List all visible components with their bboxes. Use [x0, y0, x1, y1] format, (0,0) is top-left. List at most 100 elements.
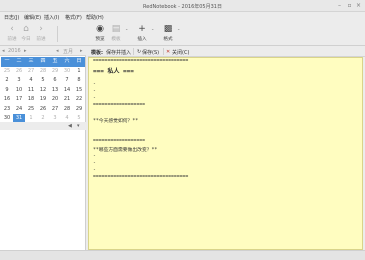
- editor-line: **哪些方面需要做出改变？**: [93, 148, 158, 153]
- calendar-day[interactable]: 13: [49, 86, 61, 96]
- calendar-day[interactable]: 28: [37, 67, 49, 77]
- minimize-icon[interactable]: –: [336, 2, 343, 9]
- calendar-footer: ◀ ▾: [0, 122, 86, 130]
- calendar-week-row: 25 26 27 28 29 30 1: [1, 67, 85, 77]
- calendar-day[interactable]: 3: [13, 76, 25, 86]
- calendar-day[interactable]: 28: [61, 105, 73, 115]
- calendar-day[interactable]: 18: [25, 95, 37, 105]
- calendar-day[interactable]: 9: [1, 86, 13, 96]
- save-button[interactable]: 保存(S): [142, 49, 159, 56]
- calendar-day[interactable]: 4: [25, 76, 37, 86]
- calendar-header: ◂ 2016 ▸ ◂ 五月 ▸: [0, 46, 86, 56]
- title-bar: RedNotebook - 2016年05月31日 – ▫ ×: [0, 0, 365, 12]
- calendar-day[interactable]: 8: [73, 76, 85, 86]
- calendar-day[interactable]: 7: [61, 76, 73, 86]
- format-button[interactable]: ▩ 格式 ⌄: [156, 24, 180, 44]
- header-separator: [163, 48, 164, 55]
- editor-line: =================================: [93, 59, 189, 64]
- calendar-day[interactable]: 27: [49, 105, 61, 115]
- calendar-day[interactable]: 25: [25, 105, 37, 115]
- editor-line: -: [93, 96, 96, 101]
- forward-button[interactable]: › 前进: [29, 24, 53, 44]
- calendar-day[interactable]: 15: [73, 86, 85, 96]
- calendar-grid: 一二三四五六日 25 26 27 28 29 30 1 2 3 4 5 6 7 8 9 10 11 12 13 14 15…: [1, 57, 85, 124]
- calendar-day[interactable]: 29: [49, 67, 61, 77]
- window-title: RedNotebook - 2016年05月31日: [143, 4, 222, 10]
- speaker-icon[interactable]: ◀: [68, 123, 72, 129]
- editor-line: ==================: [93, 103, 145, 108]
- template-label: 模板:: [91, 50, 103, 56]
- template-edit-bar: 模板: 保存并插入 ↻ 保存(S) ✕ 关闭(C): [88, 46, 365, 57]
- menu-format[interactable]: 格式(F): [65, 14, 82, 21]
- menu-bar: 日志(J) 编辑(E) 插入(I) 格式(F) 帮助(H): [0, 12, 365, 22]
- save-insert-button[interactable]: 保存并插入: [106, 49, 131, 56]
- calendar-weekday: 三: [28, 58, 34, 64]
- calendar-weekday: 六: [64, 58, 70, 64]
- chevron-down-icon: ⌄: [177, 26, 181, 31]
- calendar-day[interactable]: 12: [37, 86, 49, 96]
- calendar-month: 五月: [63, 49, 74, 55]
- calendar-day[interactable]: 11: [25, 86, 37, 96]
- status-bar: [0, 250, 365, 260]
- editor-line: === 私人 ===: [93, 68, 134, 75]
- calendar-day[interactable]: 2: [1, 76, 13, 86]
- calendar-weekday: 二: [16, 58, 22, 64]
- calendar-day[interactable]: 6: [49, 76, 61, 86]
- maximize-icon[interactable]: ▫: [346, 2, 353, 9]
- calendar-weekday: 五: [52, 58, 58, 64]
- chevron-down-icon: ⌄: [125, 26, 129, 31]
- next-year-icon[interactable]: ▸: [24, 48, 27, 54]
- calendar-week-row: 23 24 25 26 27 28 29: [1, 105, 85, 115]
- editor-line: -: [93, 168, 96, 173]
- insert-button[interactable]: + 插入 ⌄: [130, 24, 154, 44]
- menu-journal[interactable]: 日志(J): [4, 14, 19, 21]
- calendar-weekday: 四: [40, 58, 46, 64]
- next-month-icon[interactable]: ▸: [80, 48, 83, 54]
- editor-line: **今天感觉如何？**: [93, 119, 139, 124]
- calendar-day[interactable]: 5: [37, 76, 49, 86]
- menu-edit[interactable]: 编辑(E): [24, 14, 41, 21]
- close-icon[interactable]: ✕: [166, 49, 170, 55]
- close-button[interactable]: 关闭(C): [172, 49, 189, 56]
- calendar-day[interactable]: 29: [73, 105, 85, 115]
- calendar-day[interactable]: 17: [13, 95, 25, 105]
- editor-line: -: [93, 82, 96, 87]
- calendar-day[interactable]: 27: [25, 67, 37, 77]
- calendar-weekday: 一: [4, 58, 10, 64]
- calendar-day[interactable]: 10: [13, 86, 25, 96]
- header-separator: [133, 48, 134, 55]
- close-window-icon[interactable]: ×: [355, 2, 362, 9]
- dropdown-icon[interactable]: ▾: [77, 123, 80, 129]
- calendar-day[interactable]: 1: [73, 67, 85, 77]
- toolbar: ‹ 前进 ⌂ 今日 › 前进 ◉ 预览 ▤ 模板 ⌄ + 插入 ⌄ ▩ 格式 ⌄: [0, 22, 365, 46]
- chevron-down-icon: ⌄: [151, 26, 155, 31]
- prev-month-icon[interactable]: ◂: [56, 48, 59, 54]
- menu-help[interactable]: 帮助(H): [86, 14, 104, 21]
- calendar-day[interactable]: 30: [61, 67, 73, 77]
- calendar-day[interactable]: 16: [1, 95, 13, 105]
- calendar-day[interactable]: 25: [1, 67, 13, 77]
- menu-insert[interactable]: 插入(I): [44, 14, 59, 21]
- editor-line: ==================: [93, 139, 145, 144]
- save-icon[interactable]: ↻: [137, 49, 141, 55]
- calendar-day[interactable]: 19: [37, 95, 49, 105]
- calendar-year: 2016: [8, 48, 21, 54]
- calendar-day[interactable]: 21: [61, 95, 73, 105]
- editor-line: =================================: [93, 175, 189, 180]
- calendar-day[interactable]: 22: [73, 95, 85, 105]
- editor-line: -: [93, 89, 96, 94]
- toolbar-separator: [57, 26, 58, 42]
- calendar-day[interactable]: 26: [37, 105, 49, 115]
- calendar-day[interactable]: 26: [13, 67, 25, 77]
- template-editor[interactable]: ================================= === 私人…: [88, 57, 363, 250]
- calendar-day[interactable]: 14: [61, 86, 73, 96]
- template-button[interactable]: ▤ 模板 ⌄: [104, 24, 128, 44]
- editor-line: -: [93, 154, 96, 159]
- calendar-day[interactable]: 20: [49, 95, 61, 105]
- calendar-day[interactable]: 23: [1, 105, 13, 115]
- calendar-weekday: 日: [76, 58, 82, 64]
- calendar-week-row: 9 10 11 12 13 14 15: [1, 86, 85, 96]
- calendar-day[interactable]: 24: [13, 105, 25, 115]
- prev-year-icon[interactable]: ◂: [2, 48, 5, 54]
- chevron-right-icon: ›: [39, 24, 43, 34]
